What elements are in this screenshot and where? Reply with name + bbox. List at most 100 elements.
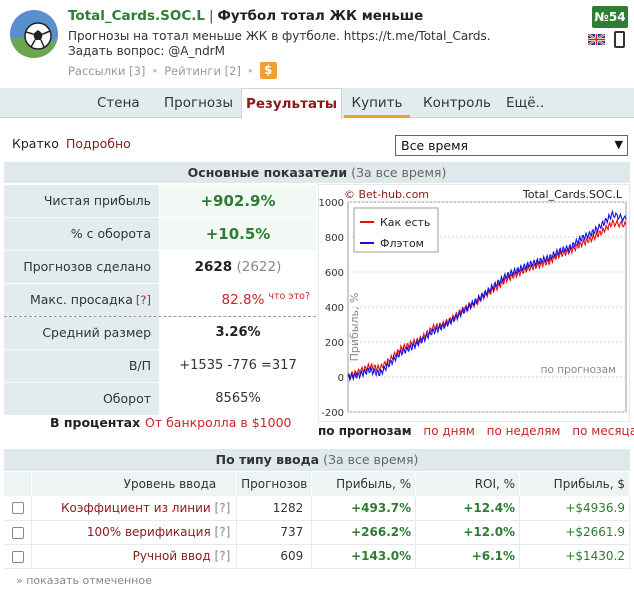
stat-row-turnover: Оборот 8565% — [4, 383, 316, 416]
detailed-view-link[interactable]: Подробно — [66, 136, 131, 151]
chart-tab-by-weeks[interactable]: по неделям — [487, 424, 561, 438]
level-label[interactable]: Коэффициент из линии — [61, 501, 211, 515]
y-tick-label: -200 — [321, 408, 344, 419]
help-link[interactable]: [?] — [136, 293, 151, 307]
ratings-link[interactable]: Рейтинги [2] — [164, 64, 241, 78]
level-label[interactable]: Ручной ввод — [133, 549, 211, 563]
profit-usd-cell: +$1430.2 — [519, 544, 630, 569]
stat-row-max-drawdown: Макс. просадка [?] 82.8% что это? — [4, 284, 316, 317]
stat-row-turnover-percent: % с оборота +10.5% — [4, 218, 316, 251]
tab-control[interactable]: Контроль — [423, 88, 491, 118]
table-row: 100% верификация [?] 737 +266.2% +12.0% … — [4, 520, 630, 545]
roi-cell: +12.4% — [415, 496, 521, 521]
chart-tab-by-days[interactable]: по дням — [423, 424, 474, 438]
from-bankroll-tab[interactable]: От банкролла в $1000 — [145, 415, 291, 430]
chevron-down-icon: ▼ — [614, 138, 623, 151]
forecasts-count: 2628 — [194, 259, 233, 275]
y-tick-label: 800 — [325, 233, 344, 244]
tab-wall[interactable]: Стена — [97, 88, 140, 118]
period-select[interactable]: Все время ▼ — [395, 135, 628, 156]
legend-label: Флэтом — [380, 237, 424, 250]
x-axis-label: по прогнозам — [541, 364, 616, 376]
profit-pct-cell: +266.2% — [311, 520, 417, 545]
mobile-phone-icon[interactable] — [614, 31, 625, 48]
chart-tab-by-months[interactable]: по месяцам — [572, 424, 634, 438]
stat-value: 2628 (2622) — [160, 251, 316, 283]
what-is-it-link[interactable]: что это? — [268, 281, 310, 313]
profit-usd-cell: +$4936.9 — [519, 496, 630, 521]
stat-value: 8565% — [215, 391, 261, 406]
row-checkbox[interactable] — [11, 502, 24, 515]
row-checkbox-cell — [4, 496, 33, 521]
forecasts-count-extra: (2622) — [236, 259, 282, 275]
uk-flag-icon[interactable] — [588, 34, 605, 45]
col-header-check — [4, 472, 33, 496]
stat-row-win-loss: В/П +1535 -776 =317 — [4, 350, 316, 383]
type-table: Уровень ввода Прогнозов Прибыль, % ROI, … — [4, 472, 630, 569]
buy-dollar-icon[interactable]: $ — [259, 62, 277, 79]
chart-name-label: Total_Cards.SOC.L — [522, 188, 623, 201]
legend-label: Как есть — [380, 216, 430, 229]
type-panel-title: По типу ввода — [215, 452, 320, 467]
stat-label: Оборот — [4, 383, 159, 415]
col-header-level: Уровень ввода — [31, 472, 238, 496]
stat-label: Прогнозов сделано — [4, 251, 159, 283]
title-separator: | — [208, 8, 214, 24]
row-checkbox[interactable] — [11, 550, 24, 563]
y-tick-label: 400 — [325, 303, 344, 314]
brief-view-link[interactable]: Кратко — [12, 136, 59, 151]
help-link[interactable]: [?] — [215, 525, 231, 539]
roi-cell: +12.0% — [415, 520, 521, 545]
stat-label: % с оборота — [4, 218, 159, 250]
row-checkbox[interactable] — [11, 526, 24, 539]
stat-row-forecasts-made: Прогнозов сделано 2628 (2622) — [4, 251, 316, 284]
level-cell: 100% верификация [?] — [31, 520, 238, 545]
table-row: Ручной ввод [?] 609 +143.0% +6.1% +$1430… — [4, 544, 630, 569]
stat-label: В/П — [4, 350, 159, 382]
show-marked-link[interactable]: » показать отмеченное — [16, 574, 152, 587]
stat-value: 82.8% что это? — [160, 284, 316, 316]
profit-chart: 1000 800 600 400 200 0 -200 © Bet-hub.com Total_… — [317, 183, 631, 423]
level-cell: Ручной ввод [?] — [31, 544, 238, 569]
stat-label: Чистая прибыль — [4, 185, 159, 217]
mailings-link[interactable]: Рассылки [3] — [68, 64, 145, 78]
chart-tab-by-forecasts[interactable]: по прогнозам — [318, 424, 412, 438]
help-link[interactable]: [?] — [215, 549, 231, 563]
y-tick-label: 0 — [338, 373, 344, 384]
help-link[interactable]: [?] — [215, 501, 231, 515]
stats-table: Чистая прибыль +902.9% % с оборота +10.5… — [4, 185, 316, 416]
tab-buy[interactable]: Купить — [344, 88, 410, 118]
profile-header: Total_Cards.SOC.L | Футбол тотал ЖК меньше… — [0, 0, 634, 86]
y-tick-label: 1000 — [319, 198, 344, 209]
stat-label: Макс. просадка [?] — [4, 284, 159, 316]
meta-dot: • — [151, 63, 159, 78]
table-row: Коэффициент из линии [?] 1282 +493.7% +1… — [4, 496, 630, 521]
stat-row-net-profit: Чистая прибыль +902.9% — [4, 185, 316, 218]
col-header-roi: ROI, % — [415, 472, 521, 496]
col-header-forecasts: Прогнозов — [236, 472, 313, 496]
tab-forecasts[interactable]: Прогнозы — [164, 88, 233, 118]
tab-results[interactable]: Результаты — [241, 88, 342, 119]
type-panel-header: По типу ввода (За все время) — [4, 449, 630, 471]
y-tick-label: 600 — [325, 268, 344, 279]
main-nav: Стена Прогнозы Результаты Купить Контрол… — [0, 88, 634, 119]
profit-usd-cell: +$2661.9 — [519, 520, 630, 545]
y-axis-label: Прибыль, % — [348, 293, 361, 362]
main-stats-header: Основные показатели (За все время) — [4, 162, 630, 183]
in-percent-tab[interactable]: В процентах — [50, 415, 140, 430]
profile-title: Total_Cards.SOC.L | Футбол тотал ЖК меньше — [68, 8, 423, 24]
tab-more[interactable]: Ещё.. — [506, 88, 544, 118]
type-panel-period: (За все время) — [323, 452, 419, 467]
profile-name[interactable]: Total_Cards.SOC.L — [68, 8, 205, 24]
period-select-value: Все время — [401, 138, 469, 153]
row-checkbox-cell — [4, 520, 33, 545]
stat-value: +10.5% — [160, 218, 316, 250]
count-cell: 1282 — [236, 496, 313, 521]
level-label[interactable]: 100% верификация — [87, 525, 211, 539]
avatar[interactable] — [10, 10, 58, 58]
stat-value: 3.26% — [215, 325, 261, 340]
col-header-profit-usd: Прибыль, $ — [519, 472, 630, 496]
count-cell: 737 — [236, 520, 313, 545]
col-header-profit-pct: Прибыль, % — [311, 472, 417, 496]
main-stats-title: Основные показатели — [187, 165, 348, 180]
